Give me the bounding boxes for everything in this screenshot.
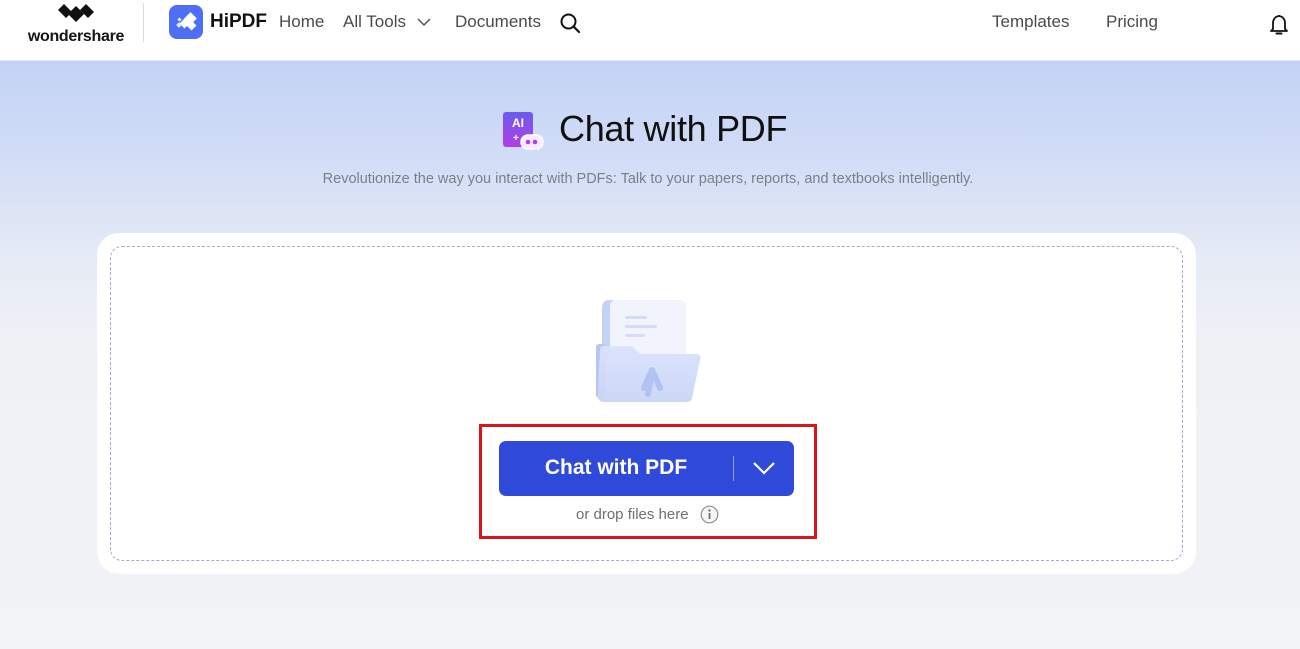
page-title: Chat with PDF bbox=[559, 108, 788, 149]
search-icon[interactable] bbox=[559, 12, 581, 34]
wondershare-mark-icon bbox=[58, 4, 94, 22]
nav-home[interactable]: Home bbox=[279, 12, 324, 32]
top-navbar: wondershare HiPDF Home All Tools Documen… bbox=[0, 0, 1300, 61]
hipdf-brand-name[interactable]: HiPDF bbox=[210, 11, 267, 33]
drop-files-hint: or drop files here bbox=[576, 506, 689, 523]
upload-options-dropdown[interactable] bbox=[734, 441, 794, 496]
nav-all-tools[interactable]: All Tools bbox=[343, 12, 406, 32]
nav-documents[interactable]: Documents bbox=[455, 12, 541, 32]
header-divider bbox=[143, 3, 144, 42]
info-icon[interactable] bbox=[700, 505, 719, 524]
chat-with-pdf-button[interactable]: Chat with PDF bbox=[499, 441, 794, 496]
chevron-down-icon bbox=[753, 462, 775, 475]
chat-with-pdf-button-label: Chat with PDF bbox=[544, 456, 688, 479]
wondershare-wordmark: wondershare bbox=[27, 28, 125, 45]
ai-badge-text: AI bbox=[512, 116, 524, 130]
svg-text:+: + bbox=[513, 133, 519, 144]
wondershare-logo[interactable]: wondershare bbox=[26, 4, 126, 48]
bell-icon[interactable] bbox=[1268, 13, 1290, 37]
hipdf-logo-icon[interactable] bbox=[169, 5, 203, 39]
nav-templates[interactable]: Templates bbox=[992, 12, 1069, 32]
chevron-down-icon[interactable] bbox=[416, 14, 432, 30]
nav-pricing[interactable]: Pricing bbox=[1106, 12, 1158, 32]
folder-upload-icon bbox=[596, 300, 701, 402]
page-subtitle: Revolutionize the way you interact with … bbox=[322, 171, 974, 187]
ai-chat-icon: AI + bbox=[503, 112, 544, 152]
